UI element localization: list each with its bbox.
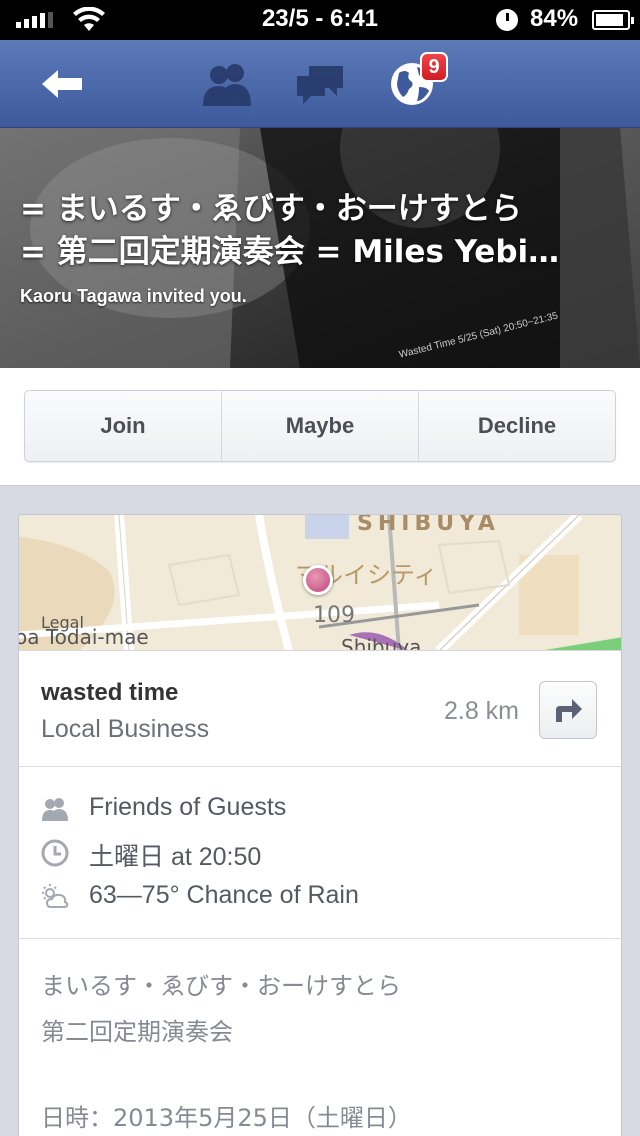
- alarm-clock-icon: [496, 9, 518, 31]
- time-row: 土曜日 at 20:50: [19, 831, 621, 875]
- description-line3: 日時：2013年5月25日（土曜日）: [41, 1104, 412, 1132]
- event-details-card: SHIBUYA マルイシティ 109 Legal oa Todai-mae Sh…: [18, 514, 622, 1136]
- event-title-line2: = 第二回定期演奏会 = Miles Yebi…: [20, 234, 560, 270]
- back-arrow-icon: [42, 70, 82, 98]
- description-line1: まいるす・ゑびす・おーけすとら: [41, 972, 401, 1000]
- map-station-label-todai: oa Todai-mae: [19, 625, 149, 649]
- clock-icon: [41, 839, 69, 867]
- event-details: Friends of Guests 土曜日 at 20:50 63—75° Ch…: [19, 767, 621, 939]
- directions-arrow-icon: [556, 699, 582, 722]
- place-row[interactable]: wasted time Local Business 2.8 km: [19, 651, 621, 767]
- battery-percent: 84%: [530, 5, 579, 32]
- messages-icon: [297, 66, 343, 104]
- privacy-text: Friends of Guests: [89, 793, 287, 821]
- weather-text: 63—75° Chance of Rain: [89, 881, 359, 909]
- event-title: = まいるす・ゑびす・おーけすとら = 第二回定期演奏会 = Miles Yeb…: [20, 188, 620, 274]
- weather-cloud-sun-icon: [42, 884, 69, 908]
- battery-icon: [592, 10, 634, 30]
- guests-icon: [42, 798, 68, 821]
- place-distance: 2.8 km: [443, 697, 519, 725]
- join-button[interactable]: Join: [25, 391, 221, 461]
- map-building-label: 109: [313, 603, 355, 628]
- messages-button[interactable]: [276, 40, 364, 128]
- notification-count-badge: 9: [420, 52, 448, 82]
- privacy-row: Friends of Guests: [19, 787, 621, 831]
- navigation-bar: 9: [0, 40, 640, 128]
- description-line2: 第二回定期演奏会: [41, 1018, 233, 1046]
- friend-requests-button[interactable]: [184, 40, 272, 128]
- location-pin-icon: [303, 565, 333, 595]
- directions-button[interactable]: [539, 681, 597, 739]
- back-button[interactable]: [18, 40, 106, 128]
- map-station-label-shibuya: Shibuya: [341, 635, 422, 651]
- status-bar: 23/5 - 6:41 84%: [0, 0, 640, 40]
- place-name: wasted time: [41, 679, 179, 706]
- invited-by-text: Kaoru Tagawa invited you.: [20, 286, 247, 306]
- event-cover-photo: = まいるす・ゑびす・おーけすとら = 第二回定期演奏会 = Miles Yeb…: [0, 128, 640, 368]
- location-map[interactable]: SHIBUYA マルイシティ 109 Legal oa Todai-mae Sh…: [19, 515, 621, 651]
- weather-row: 63—75° Chance of Rain: [19, 875, 621, 919]
- decline-button[interactable]: Decline: [418, 391, 615, 461]
- rsvp-section: Join Maybe Decline: [0, 368, 640, 486]
- friends-icon: [203, 64, 251, 106]
- event-description: まいるす・ゑびす・おーけすとら 第二回定期演奏会 日時：2013年5月25日（土…: [41, 963, 601, 1136]
- rsvp-segmented-control: Join Maybe Decline: [24, 390, 616, 462]
- time-text: 土曜日 at 20:50: [89, 843, 262, 871]
- maybe-button[interactable]: Maybe: [221, 391, 418, 461]
- map-district-label: SHIBUYA: [357, 515, 500, 536]
- event-title-line1: = まいるす・ゑびす・おーけすとら: [20, 191, 522, 227]
- place-type: Local Business: [41, 715, 210, 743]
